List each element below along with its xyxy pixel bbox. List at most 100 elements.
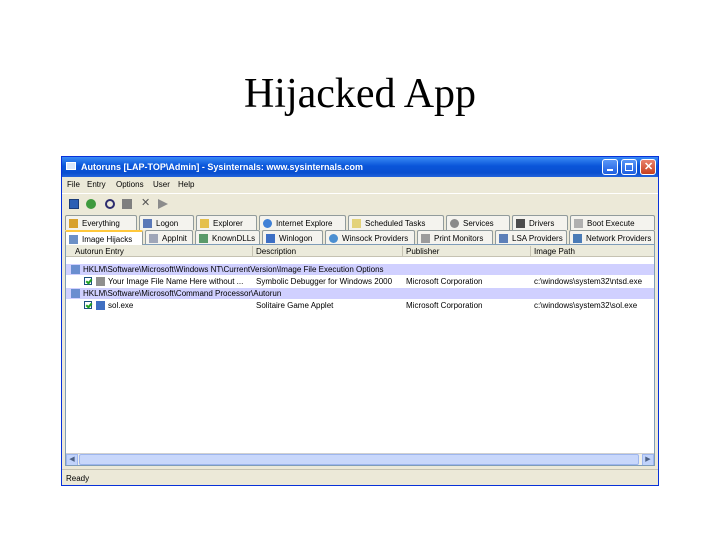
network-icon [573, 234, 582, 243]
find-button[interactable] [103, 197, 117, 211]
everything-icon [69, 219, 78, 228]
minimize-button[interactable] [602, 159, 618, 175]
delete-icon: ✕ [141, 197, 151, 209]
tab-label: Print Monitors [434, 234, 484, 243]
column-divider[interactable] [252, 246, 253, 256]
column-divider[interactable] [402, 246, 403, 256]
tab-boot-execute[interactable]: Boot Execute [570, 215, 655, 230]
horizontal-scrollbar[interactable]: ◀ ▶ [66, 453, 654, 465]
tab-label: Scheduled Tasks [365, 219, 426, 228]
tab-network-providers[interactable]: Network Providers [569, 230, 655, 245]
delete-button[interactable]: ✕ [138, 197, 152, 211]
entry-checkbox[interactable] [84, 277, 92, 285]
appinit-icon [149, 234, 158, 243]
image-hijacks-icon [69, 235, 78, 244]
tab-label: Drivers [529, 219, 555, 228]
copy-button[interactable] [120, 197, 134, 211]
registry-key-icon [71, 265, 80, 274]
internet-explorer-icon [263, 219, 272, 228]
save-button[interactable] [67, 197, 81, 211]
winsock-icon [329, 234, 338, 243]
autoruns-list[interactable]: Autorun Entry Description Publisher Imag… [65, 244, 655, 466]
title-bar[interactable]: Autoruns [LAP-TOP\Admin] - Sysinternals:… [62, 157, 658, 177]
tab-label: Internet Explore [276, 219, 333, 228]
tab-label: Network Providers [586, 234, 652, 243]
table-row-group[interactable]: HKLM\Software\Microsoft\Command Processo… [66, 288, 654, 299]
column-header: Autorun Entry Description Publisher Imag… [66, 245, 654, 257]
menu-help[interactable]: Help [178, 180, 194, 189]
jump-icon [158, 199, 168, 209]
tab-services[interactable]: Services [446, 215, 510, 230]
row-image-path: c:\windows\system32\ntsd.exe [534, 277, 643, 286]
tab-everything[interactable]: Everything [65, 215, 137, 230]
table-row-group[interactable]: HKLM\Software\Microsoft\Windows NT\Curre… [66, 264, 654, 275]
tab-label: Winsock Providers [342, 234, 409, 243]
knowndlls-icon [199, 234, 208, 243]
tab-label: LSA Providers [512, 234, 563, 243]
lsa-icon [499, 234, 508, 243]
maximize-button[interactable] [621, 159, 637, 175]
column-image-path[interactable]: Image Path [534, 247, 575, 256]
status-text: Ready [66, 474, 90, 483]
slide-title: Hijacked App [243, 71, 477, 117]
logon-icon [143, 219, 152, 228]
tab-image-hijacks[interactable]: Image Hijacks [65, 230, 143, 245]
menu-file[interactable]: File [67, 180, 80, 189]
row-entry: Your Image File Name Here without ... [108, 277, 244, 286]
row-entry: HKLM\Software\Microsoft\Windows NT\Curre… [83, 265, 384, 274]
tab-knowndlls[interactable]: KnownDLLs [195, 230, 260, 245]
row-image-path: c:\windows\system32\sol.exe [534, 301, 638, 310]
executable-icon [96, 277, 105, 286]
app-icon [66, 162, 76, 170]
row-publisher: Microsoft Corporation [406, 301, 483, 310]
registry-key-icon [71, 289, 80, 298]
maximize-icon [625, 163, 633, 171]
column-divider[interactable] [530, 246, 531, 256]
tab-lsa-providers[interactable]: LSA Providers [495, 230, 567, 245]
jump-button[interactable] [156, 197, 170, 211]
status-bar: Ready [62, 469, 658, 485]
menu-options[interactable]: Options [116, 180, 144, 189]
scroll-thumb[interactable] [79, 454, 639, 465]
tab-row-2: Image Hijacks AppInit KnownDLLs Winlogon… [65, 230, 655, 245]
column-publisher[interactable]: Publisher [406, 247, 439, 256]
close-button[interactable]: ✕ [640, 159, 656, 175]
tab-print-monitors[interactable]: Print Monitors [417, 230, 493, 245]
row-description: Symbolic Debugger for Windows 2000 [256, 277, 393, 286]
table-row[interactable]: Your Image File Name Here without ... Sy… [66, 276, 654, 287]
menu-entry[interactable]: Entry [87, 180, 106, 189]
close-icon: ✕ [644, 161, 654, 173]
column-autorun-entry[interactable]: Autorun Entry [75, 247, 124, 256]
tab-logon[interactable]: Logon [139, 215, 194, 230]
entry-checkbox[interactable] [84, 301, 92, 309]
refresh-button[interactable] [84, 197, 98, 211]
tab-explorer[interactable]: Explorer [196, 215, 257, 230]
tab-winlogon[interactable]: Winlogon [262, 230, 323, 245]
tab-scheduled-tasks[interactable]: Scheduled Tasks [348, 215, 444, 230]
row-description: Solitaire Game Applet [256, 301, 334, 310]
column-description[interactable]: Description [256, 247, 296, 256]
explorer-icon [200, 219, 209, 228]
row-entry: HKLM\Software\Microsoft\Command Processo… [83, 289, 282, 298]
tab-label: Image Hijacks [82, 235, 133, 244]
scroll-right-icon[interactable]: ▶ [642, 454, 654, 465]
tab-label: Everything [82, 219, 120, 228]
scroll-left-icon[interactable]: ◀ [66, 454, 78, 465]
winlogon-icon [266, 234, 275, 243]
autoruns-window: Autoruns [LAP-TOP\Admin] - Sysinternals:… [61, 156, 659, 486]
scheduled-tasks-icon [352, 219, 361, 228]
tab-label: KnownDLLs [212, 234, 256, 243]
refresh-icon [86, 199, 96, 209]
save-icon [69, 199, 79, 209]
solitaire-icon [96, 301, 105, 310]
tab-drivers[interactable]: Drivers [512, 215, 568, 230]
tab-appinit[interactable]: AppInit [145, 230, 193, 245]
tab-label: Services [463, 219, 494, 228]
window-title: Autoruns [LAP-TOP\Admin] - Sysinternals:… [81, 162, 364, 172]
drivers-icon [516, 219, 525, 228]
tab-winsock-providers[interactable]: Winsock Providers [325, 230, 415, 245]
row-publisher: Microsoft Corporation [406, 277, 483, 286]
table-row[interactable]: sol.exe Solitaire Game Applet Microsoft … [66, 300, 654, 311]
menu-user[interactable]: User [153, 180, 170, 189]
tab-internet-explorer[interactable]: Internet Explore [259, 215, 346, 230]
